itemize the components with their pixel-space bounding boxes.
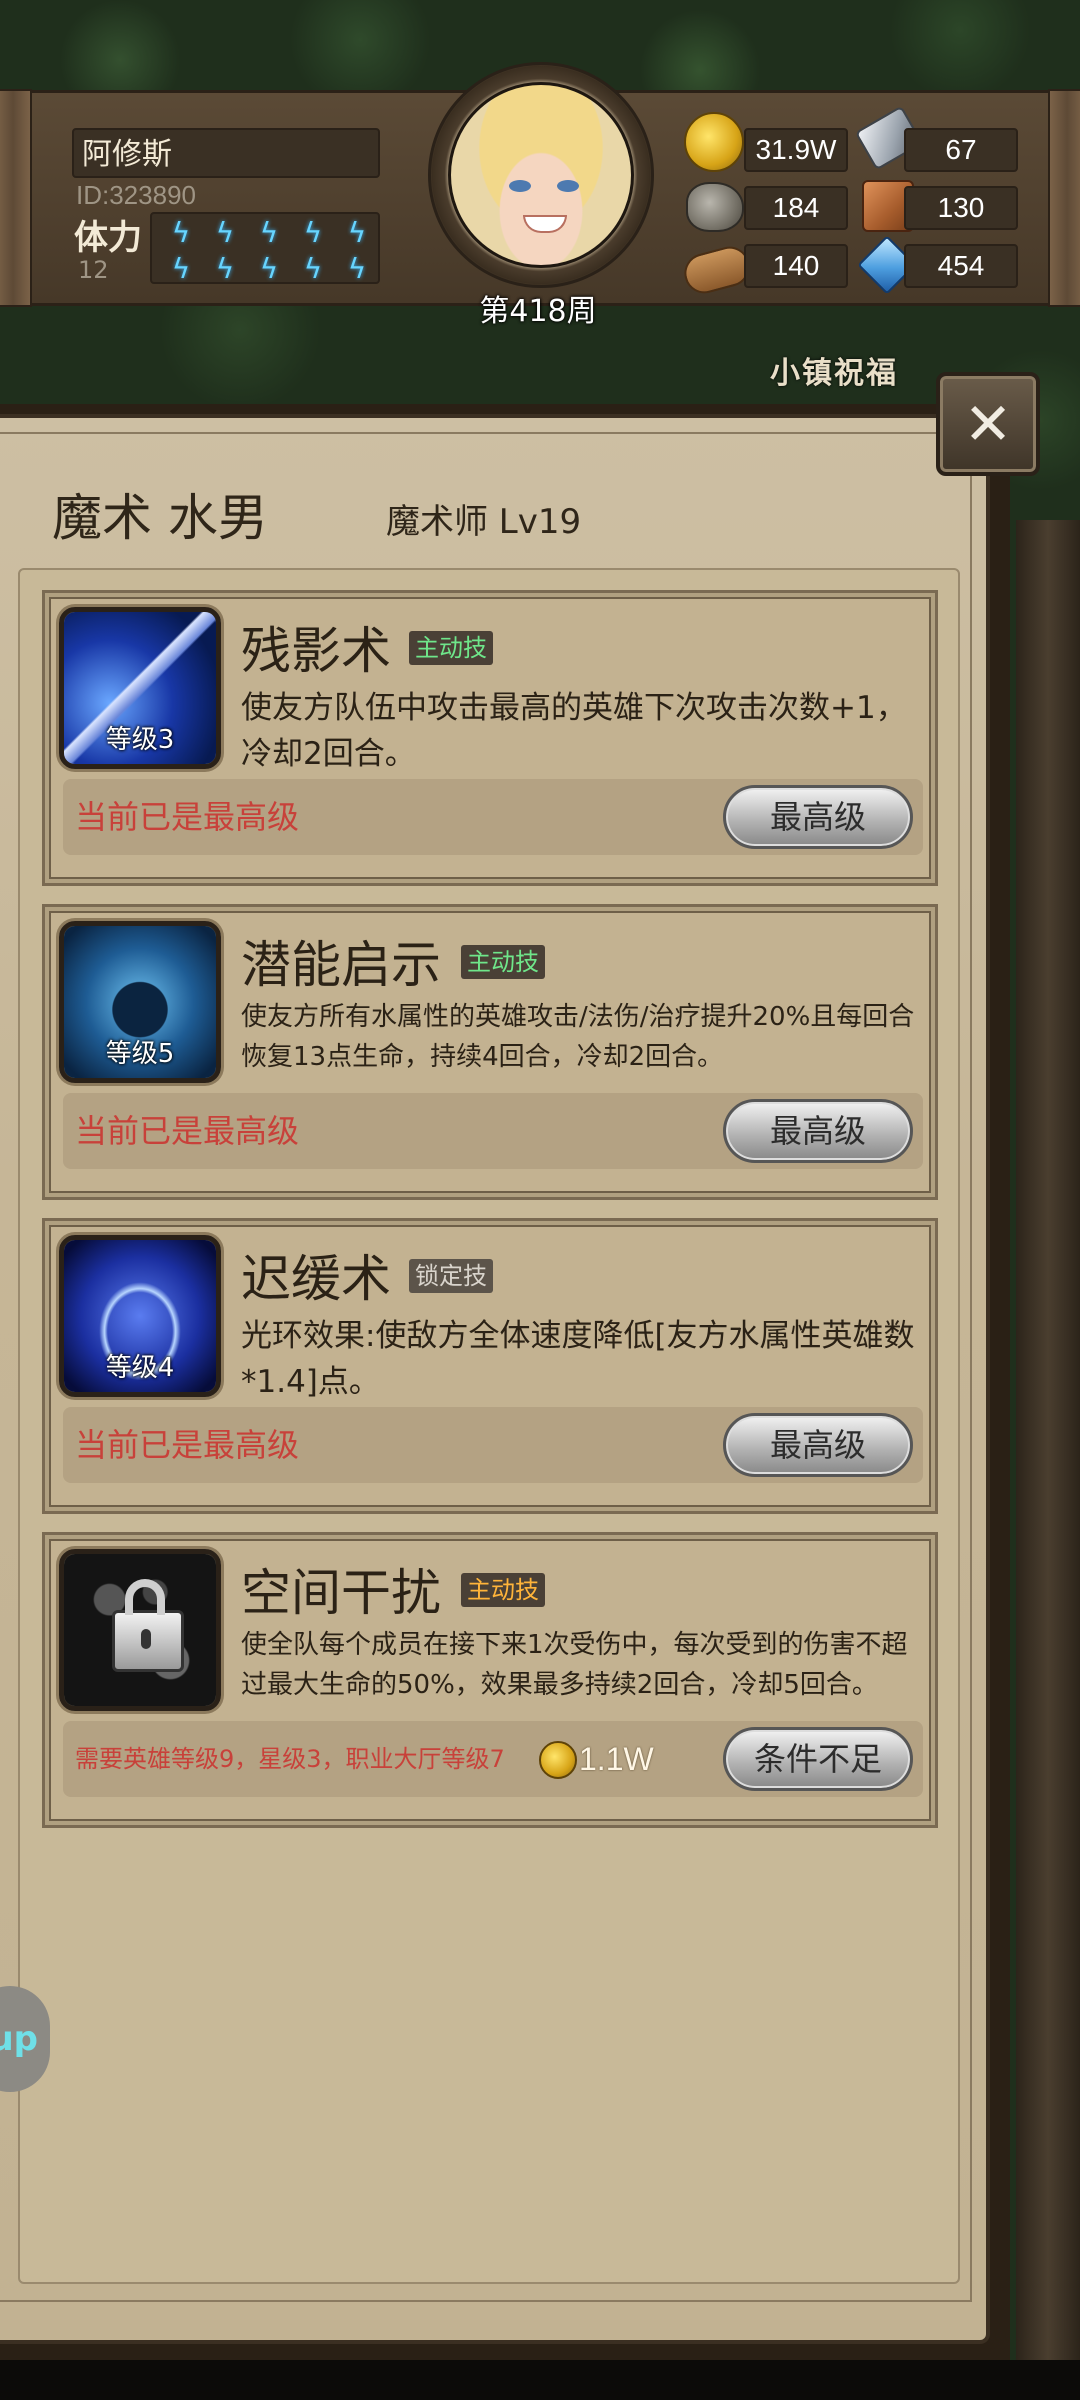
close-button[interactable]: ✕ xyxy=(936,372,1040,476)
gold-coin-icon xyxy=(539,1741,577,1779)
skill-description: 使友方所有水属性的英雄攻击/法伤/治疗提升20%且每回合恢复13点生命，持续4回… xyxy=(241,1002,915,1072)
gold-coin-icon xyxy=(684,112,744,172)
skill-requirement: 需要英雄等级9，星级3，职业大厅等级7 xyxy=(75,1745,505,1773)
lightning-icon: ϟ xyxy=(215,216,235,249)
crystal-amount[interactable]: 454 xyxy=(904,244,1018,288)
skill-type-tag: 主动技 xyxy=(461,945,545,979)
player-name: 阿修斯 xyxy=(72,128,380,178)
skill-name: 空间干扰 xyxy=(241,1564,441,1622)
gold-amount[interactable]: 31.9W xyxy=(744,128,848,172)
right-edge-frame xyxy=(1016,520,1080,2400)
skill-type-tag: 主动技 xyxy=(409,631,493,665)
locked-skill-icon[interactable] xyxy=(59,1549,221,1711)
skill-card: 等级3 残影术 主动技 使友方队伍中攻击最高的英雄下次攻击次数+1，冷却2回合。… xyxy=(42,590,938,886)
max-level-button[interactable]: 最高级 xyxy=(723,1099,913,1163)
close-icon: ✕ xyxy=(963,390,1013,458)
skill-level: 等级4 xyxy=(105,1353,175,1383)
avatar-eye xyxy=(557,180,579,192)
week-label: 第418周 xyxy=(479,294,597,329)
stamina-label: 体力 xyxy=(74,218,142,258)
skill-name: 迟缓术 xyxy=(241,1250,391,1308)
upgrade-cost: 1.1W xyxy=(579,1741,654,1777)
right-post xyxy=(1048,89,1080,307)
skill-status-bar: 需要英雄等级9，星级3，职业大厅等级7 1.1W 条件不足 xyxy=(63,1721,923,1797)
lightning-icon: ϟ xyxy=(303,216,323,249)
lightning-icon: ϟ xyxy=(303,252,323,285)
stamina-value: 12 xyxy=(78,256,109,284)
skill-status-bar: 当前已是最高级 最高级 xyxy=(63,1407,923,1483)
max-level-button[interactable]: 最高级 xyxy=(723,1413,913,1477)
hero-name: 魔术 水男 xyxy=(52,489,268,547)
player-id: ID:323890 xyxy=(76,180,196,210)
skill-card: 空间干扰 主动技 使全队每个成员在接下来1次受伤中，每次受到的伤害不超过最大生命… xyxy=(42,1532,938,1828)
lightning-icon: ϟ xyxy=(215,252,235,285)
skill-type-tag: 锁定技 xyxy=(409,1259,493,1293)
skill-name: 潜能启示 xyxy=(241,936,441,994)
skill-name: 残影术 xyxy=(241,622,391,680)
skill-description: 光环效果:使敌方全体速度降低[友方水属性英雄数*1.4]点。 xyxy=(241,1318,915,1400)
hero-class-level: 魔术师 Lv19 xyxy=(386,502,582,542)
skill-description: 使全队每个成员在接下来1次受伤中，每次受到的伤害不超过最大生命的50%，效果最多… xyxy=(241,1630,908,1700)
skill-card: 等级4 迟缓术 锁定技 光环效果:使敌方全体速度降低[友方水属性英雄数*1.4]… xyxy=(42,1218,938,1514)
skill-status-bar: 当前已是最高级 最高级 xyxy=(63,1093,923,1169)
skill-status: 当前已是最高级 xyxy=(75,1112,300,1150)
bottom-bar xyxy=(0,2360,1080,2400)
left-post xyxy=(0,89,32,307)
shadow-blade-icon[interactable]: 等级3 xyxy=(59,607,221,769)
skill-status: 当前已是最高级 xyxy=(75,1426,300,1464)
lightning-icon: ϟ xyxy=(171,252,191,285)
iron-amount[interactable]: 67 xyxy=(904,128,1018,172)
stone-icon xyxy=(686,182,744,232)
avatar-eye xyxy=(509,180,531,192)
lightning-icon: ϟ xyxy=(171,216,191,249)
slow-aura-icon[interactable]: 等级4 xyxy=(59,1235,221,1397)
lightning-icon: ϟ xyxy=(259,252,279,285)
avatar[interactable] xyxy=(448,82,634,268)
leather-amount[interactable]: 130 xyxy=(904,186,1018,230)
stamina-bar[interactable]: ϟ ϟ ϟ ϟ ϟ ϟ ϟ ϟ ϟ ϟ xyxy=(150,212,380,284)
skill-description: 使友方队伍中攻击最高的英雄下次攻击次数+1，冷却2回合。 xyxy=(241,690,907,772)
stone-amount[interactable]: 184 xyxy=(744,186,848,230)
max-level-button[interactable]: 最高级 xyxy=(723,785,913,849)
wood-amount[interactable]: 140 xyxy=(744,244,848,288)
lightning-icon: ϟ xyxy=(259,216,279,249)
padlock-icon xyxy=(112,1579,184,1672)
skill-status: 当前已是最高级 xyxy=(75,798,300,836)
skill-level: 等级5 xyxy=(105,1039,175,1069)
mind-icon[interactable]: 等级5 xyxy=(59,921,221,1083)
lightning-icon: ϟ xyxy=(347,252,367,285)
skill-card: 等级5 潜能启示 主动技 使友方所有水属性的英雄攻击/法伤/治疗提升20%且每回… xyxy=(42,904,938,1200)
skill-level: 等级3 xyxy=(105,725,175,755)
insufficient-conditions-button[interactable]: 条件不足 xyxy=(723,1727,913,1791)
lightning-icon: ϟ xyxy=(347,216,367,249)
avatar-mouth xyxy=(523,215,567,233)
skill-type-tag: 主动技 xyxy=(461,1573,545,1607)
skill-status-bar: 当前已是最高级 最高级 xyxy=(63,779,923,855)
